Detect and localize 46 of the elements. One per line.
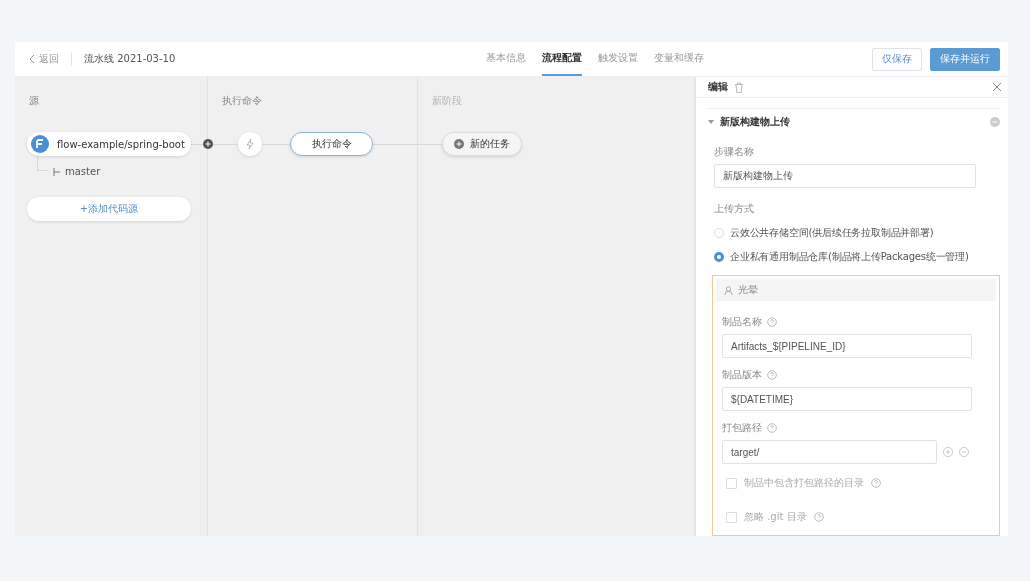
pipeline-title: 流水线 2021-03-10 (84, 52, 176, 66)
checkbox-label: 制品中包含打包路径的目录 (744, 476, 864, 490)
radio-option[interactable]: 企业私有通用制品仓库(制品将上传Packages统一管理) (714, 250, 1000, 264)
field-label: 制品名称 (722, 315, 762, 329)
help-icon (767, 317, 777, 327)
save-button[interactable]: 仅保存 (872, 47, 922, 71)
repo-name: 光晕 (738, 283, 758, 297)
text-field[interactable]: Artifacts_${PIPELINE_ID} (722, 334, 972, 358)
checkbox[interactable] (726, 511, 737, 523)
source-node[interactable]: flow-example/spring-boot (27, 132, 191, 156)
panel-title: 编辑 (708, 80, 728, 94)
field-label: 制品版本 (722, 368, 762, 382)
branch-name: master (65, 166, 101, 177)
remove-icon[interactable] (990, 117, 1000, 127)
add-stage-icon[interactable] (203, 139, 213, 149)
checkbox[interactable] (726, 477, 737, 489)
section-title: 新版构建物上传 (720, 115, 790, 129)
add-source-button[interactable]: +添加代码源 (27, 197, 191, 221)
close-icon[interactable] (992, 82, 1002, 92)
user-icon (724, 285, 733, 295)
checkbox-label: 忽略 .git 目录 (744, 510, 807, 524)
text-field[interactable]: target/ (722, 440, 937, 464)
remove-icon[interactable] (959, 447, 969, 457)
step-name-field[interactable]: 新版构建物上传 (714, 164, 976, 188)
text-field[interactable]: ${DATETIME} (722, 387, 972, 411)
trash-icon[interactable] (734, 81, 744, 93)
stage-title: 执行命令 (222, 95, 262, 106)
new-task-node[interactable]: 新的任务 (442, 132, 522, 156)
radio-option[interactable]: 云效公共存储空间(供后续任务拉取制品并部署) (714, 226, 1000, 240)
help-icon (871, 478, 881, 488)
repo-logo-icon (31, 135, 49, 153)
field-label: 步骤名称 (714, 145, 755, 159)
caret-down-icon[interactable] (708, 120, 714, 124)
plus-circle-icon (454, 139, 464, 149)
trigger-node[interactable] (238, 132, 262, 156)
chevron-left-icon (29, 54, 35, 64)
task-node[interactable]: 执行命令 (290, 132, 373, 156)
lightning-icon (246, 139, 254, 149)
help-icon (767, 370, 777, 380)
field-label: 上传方式 (714, 202, 755, 216)
add-icon[interactable] (943, 447, 953, 457)
stage-title: 源 (29, 95, 39, 106)
field-label: 打包路径 (722, 421, 762, 435)
branch-icon (53, 167, 61, 176)
help-icon (767, 423, 777, 433)
help-icon (813, 512, 824, 522)
